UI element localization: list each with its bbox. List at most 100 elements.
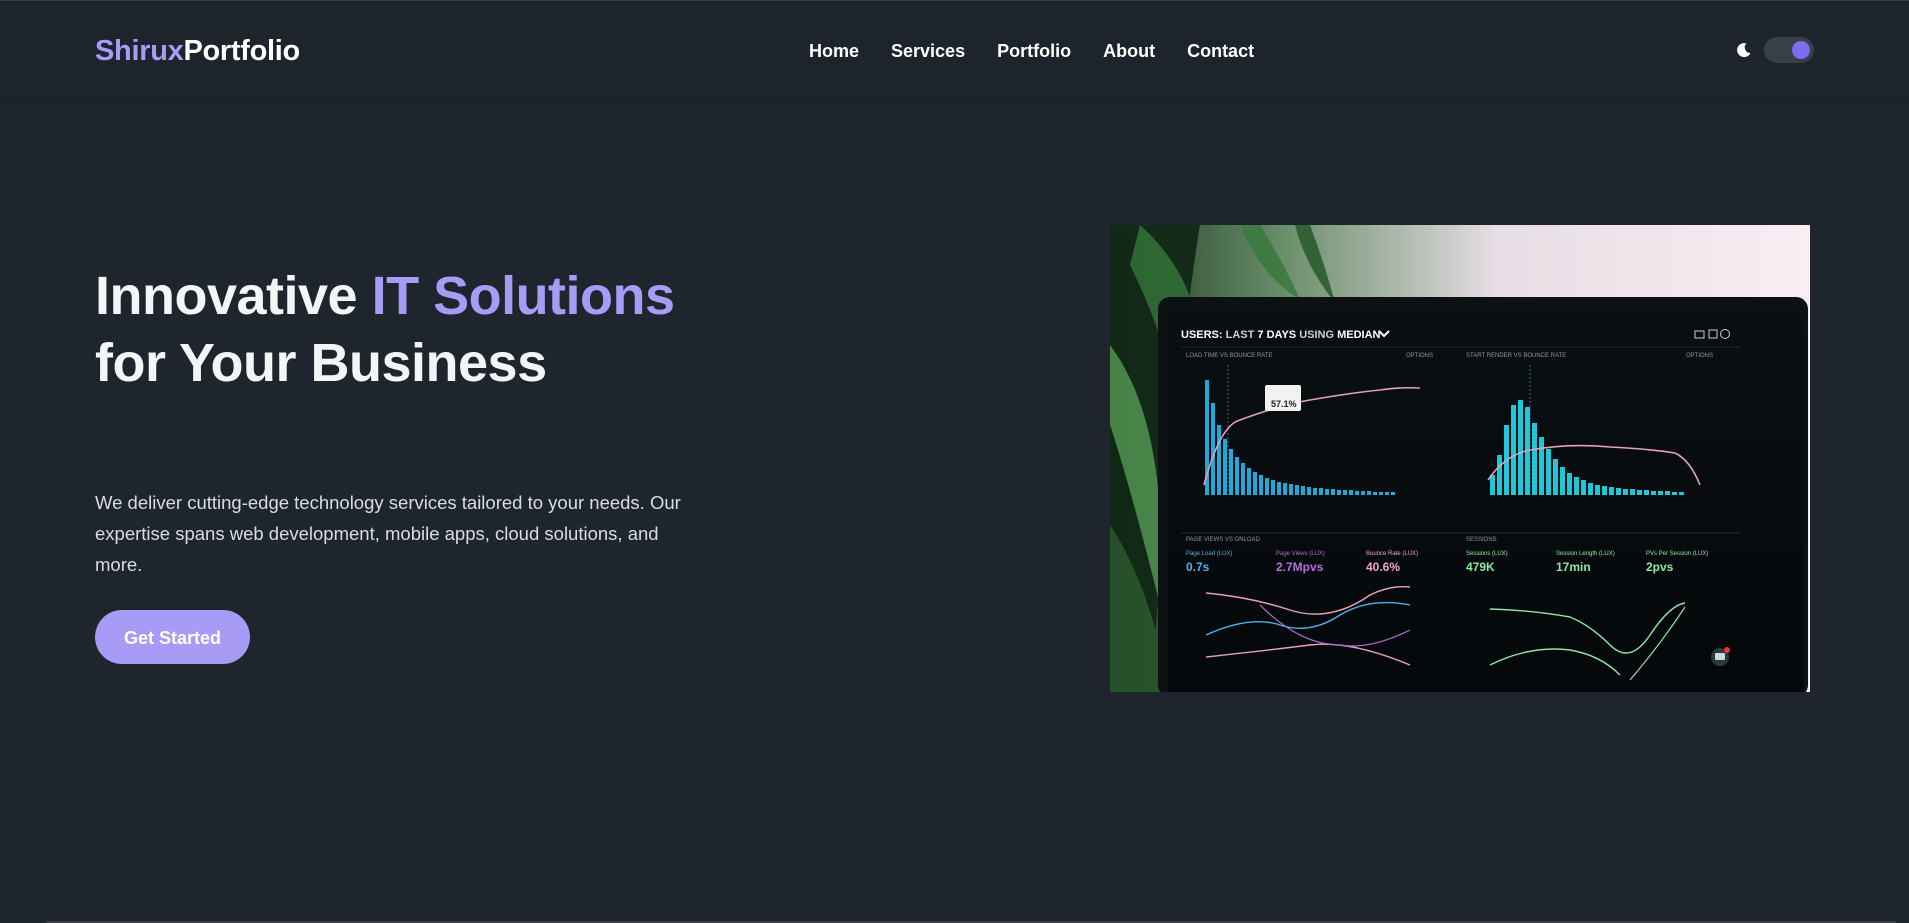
theme-toggle-switch[interactable] — [1764, 37, 1814, 63]
histogram-bar — [1367, 491, 1371, 495]
metric6-label: PVs Per Session (LUX) — [1646, 551, 1708, 557]
histogram-bar — [1672, 492, 1677, 495]
brand-rest: Portfolio — [183, 35, 300, 67]
nav-link-contact[interactable]: Contact — [1187, 39, 1254, 63]
navbar: ShiruxPortfolio Home Services Portfolio … — [0, 1, 1909, 99]
histogram-bar — [1325, 489, 1329, 495]
histogram-bar — [1630, 489, 1635, 495]
theme-toggle-group — [1736, 37, 1814, 63]
histogram-bar — [1373, 492, 1377, 495]
histogram-bar — [1385, 492, 1389, 495]
histogram-bar — [1235, 457, 1239, 495]
histogram-bar — [1637, 490, 1642, 495]
dash-header-mid: LAST — [1226, 329, 1258, 341]
histogram-bar — [1539, 437, 1544, 495]
dashboard-photo: USERS: LAST 7 DAYS USING MEDIAN LOAD TIM… — [1110, 225, 1810, 692]
histogram-bar — [1665, 491, 1670, 495]
histogram-bar — [1361, 491, 1365, 495]
histogram-bar — [1217, 425, 1221, 495]
histogram-bar — [1253, 472, 1257, 495]
dash-header-median: MEDIAN — [1337, 329, 1380, 341]
nav-link-about[interactable]: About — [1103, 39, 1155, 63]
histogram-bar — [1595, 485, 1600, 495]
moon-icon — [1736, 42, 1752, 58]
panel3-title: PAGE VIEWS VS ONLOAD — [1186, 537, 1261, 543]
hero-description: We deliver cutting-edge technology servi… — [95, 492, 681, 575]
histogram-bar — [1277, 482, 1281, 495]
panel2-title: START RENDER VS BOUNCE RATE — [1466, 353, 1566, 359]
metric5-value: 17min — [1556, 560, 1591, 574]
hero-title-accent: IT Solutions — [371, 266, 675, 326]
nav-link-portfolio[interactable]: Portfolio — [997, 39, 1071, 63]
histogram-bar — [1602, 486, 1607, 495]
histogram-bar — [1658, 491, 1663, 495]
brand-logo[interactable]: ShiruxPortfolio — [95, 33, 300, 69]
histogram-bar — [1581, 480, 1586, 495]
brand-accent: Shirux — [95, 35, 184, 67]
histogram-bar — [1553, 459, 1558, 495]
metric3-label: Bounce Rate (LUX) — [1366, 551, 1418, 557]
histogram-bar — [1644, 490, 1649, 495]
histogram-bar — [1313, 488, 1317, 495]
panel2-options: OPTIONS — [1686, 353, 1713, 359]
histogram-bar — [1391, 492, 1395, 495]
histogram-bar — [1301, 486, 1305, 495]
histogram-bar — [1265, 478, 1269, 495]
histogram-bar — [1295, 485, 1299, 495]
metric3-value: 40.6% — [1366, 560, 1400, 574]
toggle-knob — [1792, 41, 1810, 59]
tooltip-value: 57.1% — [1271, 399, 1297, 409]
page: ShiruxPortfolio Home Services Portfolio … — [0, 0, 1909, 923]
histogram-bar — [1560, 467, 1565, 495]
histogram-bar — [1616, 488, 1621, 495]
panel1-title: LOAD TIME VS BOUNCE RATE — [1186, 353, 1272, 359]
hero-title-part1: Innovative — [95, 266, 372, 326]
hero-dashboard-image: USERS: LAST 7 DAYS USING MEDIAN LOAD TIM… — [1110, 225, 1810, 692]
histogram-bar — [1331, 489, 1335, 495]
metric4-value: 479K — [1466, 560, 1495, 574]
metric1-label: Page Load (LUX) — [1186, 551, 1232, 557]
histogram-bar — [1574, 477, 1579, 495]
metric5-label: Session Length (LUX) — [1556, 551, 1615, 557]
panel4-title: SESSIONS — [1466, 537, 1497, 543]
histogram-bar — [1319, 488, 1323, 495]
histogram-bar — [1379, 492, 1383, 495]
histogram-bar — [1349, 490, 1353, 495]
hero-title: Innovative IT Solutions for Your Busines… — [95, 263, 735, 397]
histogram-bar — [1609, 487, 1614, 495]
histogram-bar — [1651, 491, 1656, 495]
svg-text:USERS: LAST 7 DAYS USING MEDIA: USERS: LAST 7 DAYS USING MEDIAN — [1181, 329, 1381, 341]
histogram-bar — [1211, 403, 1215, 495]
histogram-bar — [1511, 405, 1516, 495]
histogram-bar — [1532, 423, 1537, 495]
metric2-value: 2.7Mpvs — [1276, 560, 1324, 574]
dash-header-using: USING — [1296, 329, 1337, 341]
histogram-bar — [1337, 490, 1341, 495]
dash-header-bold: 7 DAYS — [1257, 329, 1296, 341]
nav-link-services[interactable]: Services — [891, 39, 965, 63]
histogram-bar — [1567, 473, 1572, 495]
histogram-bar — [1518, 400, 1523, 495]
histogram-bar — [1223, 439, 1227, 495]
histogram-bar — [1271, 480, 1275, 495]
histogram-bar — [1588, 483, 1593, 495]
histogram-bar — [1283, 483, 1287, 495]
histogram-bar — [1623, 489, 1628, 495]
nav-link-home[interactable]: Home — [809, 39, 859, 63]
nav-menu: Home Services Portfolio About Contact — [809, 39, 1254, 63]
histogram-bar — [1679, 492, 1684, 495]
histogram-bar — [1343, 490, 1347, 495]
histogram-bar — [1247, 468, 1251, 495]
panel1-options: OPTIONS — [1406, 353, 1433, 359]
metric6-value: 2pvs — [1646, 560, 1674, 574]
histogram-bar — [1490, 475, 1495, 495]
get-started-button[interactable]: Get Started — [95, 610, 250, 664]
histogram-bar — [1259, 475, 1263, 495]
metric1-value: 0.7s — [1186, 560, 1210, 574]
hero-title-part2: for Your Business — [95, 333, 547, 393]
histogram-bar — [1546, 449, 1551, 495]
histogram-bar — [1307, 487, 1311, 495]
histogram-bar — [1355, 491, 1359, 495]
metric2-label: Page Views (LUX) — [1276, 551, 1325, 557]
metric4-label: Sessions (LUX) — [1466, 551, 1508, 557]
